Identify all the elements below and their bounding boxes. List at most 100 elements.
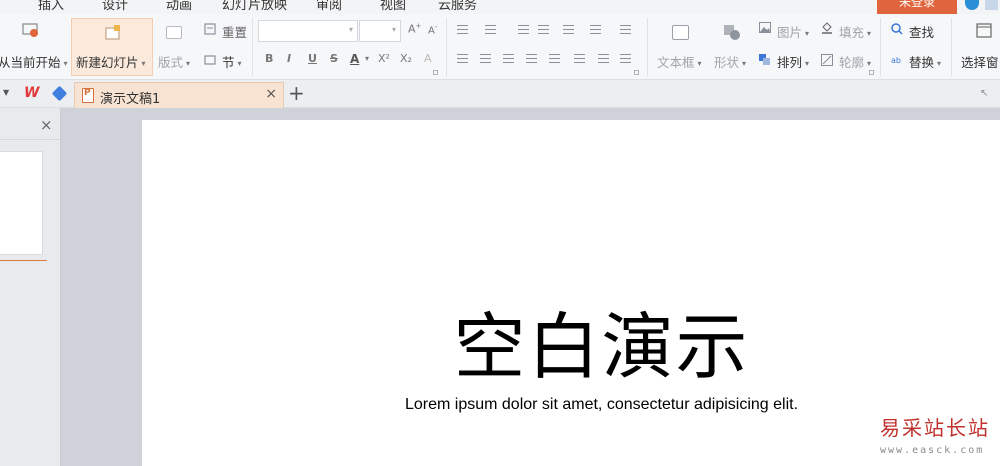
document-tab-bar: ▼ W 演示文稿1 × + ↖: [0, 80, 1000, 108]
clear-format-icon[interactable]: A: [424, 52, 432, 65]
underline-button[interactable]: U: [308, 52, 317, 65]
distribute-icon[interactable]: [549, 54, 560, 63]
slide-subtitle[interactable]: Lorem ipsum dolor sit amet, consectetur …: [142, 396, 1000, 414]
picture-label: 图片: [777, 25, 803, 40]
document-tab[interactable]: 演示文稿1 ×: [74, 82, 284, 108]
paragraph-options-icon[interactable]: [620, 54, 631, 63]
select-pane-button[interactable]: 选择窗: [961, 52, 999, 71]
fill-bucket-icon: [822, 22, 832, 34]
new-slide-button[interactable]: 新建幻灯片 ▾: [71, 18, 153, 76]
line-spacing-icon[interactable]: [574, 54, 585, 63]
drawing-dialog-launcher[interactable]: [869, 70, 874, 75]
italic-button[interactable]: I: [287, 52, 291, 65]
insertion-marker: [0, 260, 47, 261]
menu-tab-insert[interactable]: 插入: [38, 0, 64, 13]
menu-tab-review[interactable]: 审阅: [316, 0, 342, 13]
outline-button[interactable]: 轮廓 ▾: [839, 52, 871, 71]
chevron-down-icon: ▾: [63, 59, 68, 68]
reset-button[interactable]: 重置: [222, 22, 247, 41]
shrink-font-icon[interactable]: A-: [428, 23, 437, 36]
align-center-icon[interactable]: [480, 54, 491, 63]
font-dialog-launcher[interactable]: [433, 70, 438, 75]
menu-tab-view[interactable]: 视图: [380, 0, 406, 13]
slide-thumbnail-panel: ×: [0, 108, 61, 466]
chevron-down-icon: ▾: [348, 25, 353, 34]
login-button[interactable]: 未登录: [877, 0, 957, 14]
close-icon[interactable]: ×: [265, 86, 277, 102]
pin-icon[interactable]: ↖: [980, 88, 988, 99]
slide-title[interactable]: 空白演示: [142, 288, 1000, 393]
font-size-field[interactable]: ▾: [359, 20, 401, 42]
chevron-down-icon: ▾: [805, 59, 810, 68]
menu-tab-cloud[interactable]: 云服务: [438, 0, 477, 13]
slide-canvas[interactable]: 空白演示 Lorem ipsum dolor sit amet, consect…: [142, 120, 1000, 466]
wps-logo-icon[interactable]: W: [24, 85, 39, 101]
align-right-icon[interactable]: [503, 54, 514, 63]
ribbon-divider: [951, 18, 952, 76]
paragraph-spacing-icon[interactable]: [598, 54, 609, 63]
ribbon-divider: [252, 18, 253, 76]
chevron-down-icon: ▾: [186, 59, 191, 68]
increase-indent-icon[interactable]: [538, 25, 549, 34]
chevron-down-icon[interactable]: ▼: [3, 88, 9, 97]
shield-icon[interactable]: [965, 0, 979, 10]
layout-label: 版式: [158, 55, 184, 70]
layout-icon: [166, 26, 182, 39]
textbox-icon: [672, 25, 689, 40]
new-slide-label: 新建幻灯片: [76, 55, 139, 70]
shape-button[interactable]: 形状 ▾: [714, 52, 746, 71]
cube-icon[interactable]: [51, 85, 68, 102]
text-direction-icon[interactable]: [563, 25, 574, 34]
bold-button[interactable]: B: [265, 52, 273, 65]
menu-tab-animation[interactable]: 动画: [166, 0, 192, 13]
arrange-label: 排列: [777, 55, 803, 70]
arrange-button[interactable]: 排列 ▾: [777, 52, 809, 71]
select-pane-icon: [976, 23, 992, 38]
replace-button[interactable]: 替换 ▾: [909, 52, 941, 71]
from-current-label: 从当前开始: [0, 55, 61, 70]
subscript-button[interactable]: X₂: [400, 52, 412, 65]
ribbon-divider: [880, 18, 881, 76]
replace-label: 替换: [909, 55, 935, 70]
presentation-file-icon: [82, 88, 94, 103]
grow-font-icon[interactable]: A+: [408, 22, 421, 36]
shape-icon: [724, 25, 740, 40]
numbering-icon[interactable]: [485, 25, 496, 34]
account-icon[interactable]: [985, 0, 998, 10]
decrease-indent-icon[interactable]: [518, 25, 529, 34]
chevron-down-icon: ▾: [697, 59, 702, 68]
panel-divider: [0, 139, 61, 140]
section-icon: [204, 55, 216, 65]
chevron-down-icon: ▾: [141, 59, 146, 68]
align-text-icon[interactable]: [590, 25, 601, 34]
from-current-button[interactable]: 从当前开始 ▾: [0, 52, 68, 71]
picture-icon: [759, 22, 771, 33]
font-name-field[interactable]: ▾: [258, 20, 358, 42]
add-tab-button[interactable]: +: [288, 81, 305, 105]
superscript-button[interactable]: X²: [378, 52, 390, 65]
textbox-button[interactable]: 文本框 ▾: [657, 52, 702, 71]
section-label: 节: [222, 55, 235, 70]
justify-icon[interactable]: [526, 54, 537, 63]
font-color-button[interactable]: A: [350, 52, 359, 66]
reset-icon: [204, 23, 216, 35]
strike-button[interactable]: S: [330, 52, 338, 65]
svg-text:ab: ab: [891, 56, 901, 65]
paragraph-dialog-launcher[interactable]: [634, 70, 639, 75]
ribbon-divider: [647, 18, 648, 76]
outline-icon: [821, 54, 833, 66]
ribbon-toolbar: 从当前开始 ▾ 新建幻灯片 ▾ 版式 ▾ 重置 节 ▾ ▾ ▾ A+ A- B I U …: [0, 14, 1000, 80]
section-button[interactable]: 节 ▾: [222, 52, 242, 71]
align-left-icon[interactable]: [457, 54, 468, 63]
slide-thumbnail[interactable]: [0, 151, 43, 255]
fill-button[interactable]: 填充 ▾: [839, 22, 871, 41]
menu-tab-design[interactable]: 设计: [102, 0, 128, 13]
find-button[interactable]: 查找: [909, 22, 934, 41]
chevron-down-icon: ▾: [867, 59, 872, 68]
columns-icon[interactable]: [620, 25, 631, 34]
layout-button[interactable]: 版式 ▾: [158, 52, 190, 71]
menu-tab-slideshow[interactable]: 幻灯片放映: [222, 0, 287, 13]
close-icon[interactable]: ×: [40, 116, 53, 134]
picture-button[interactable]: 图片 ▾: [777, 22, 809, 41]
bullets-icon[interactable]: [457, 25, 468, 34]
